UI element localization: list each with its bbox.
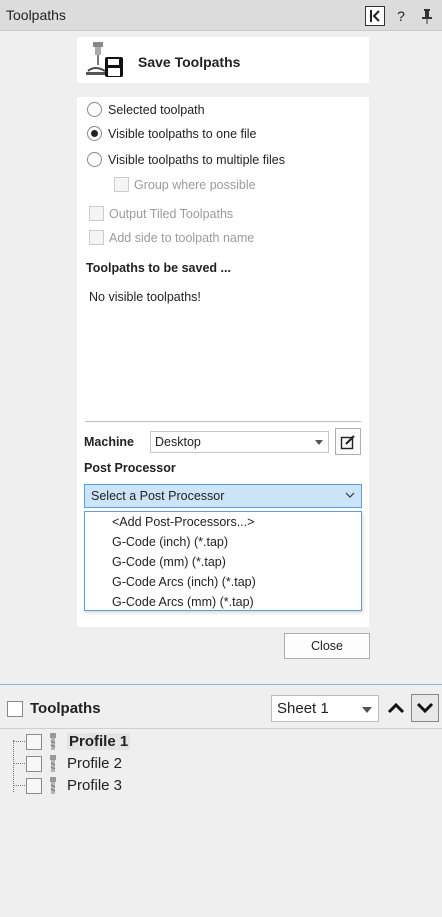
panel-separator — [0, 684, 442, 685]
toolpath-name: Profile 3 — [67, 777, 123, 794]
toolpath-name: Profile 1 — [67, 733, 131, 750]
machine-label: Machine — [84, 435, 135, 449]
radio-button[interactable] — [87, 102, 102, 117]
toolpath-checkbox[interactable] — [26, 733, 42, 750]
tree-divider — [0, 728, 442, 729]
empty-toolpaths-message: No visible toolpaths! — [89, 290, 201, 304]
add-side-checkbox[interactable]: Add side to toolpath name — [89, 230, 254, 245]
save-options-panel: Selected toolpath Visible toolpaths to o… — [77, 97, 369, 627]
checkbox[interactable] — [89, 230, 104, 245]
toolpaths-to-save-heading: Toolpaths to be saved ... — [86, 261, 231, 275]
page-title: Save Toolpaths — [138, 54, 241, 70]
chevron-down-icon — [362, 707, 372, 713]
chevron-down-icon — [416, 702, 434, 714]
panel-back-icon[interactable] — [365, 6, 385, 26]
help-glyph: ? — [397, 8, 405, 24]
dropdown-option[interactable]: G-Code Arcs (inch) (*.tap) — [112, 575, 256, 589]
tool-icon — [50, 733, 56, 750]
machine-value: Desktop — [155, 435, 201, 449]
radio-visible-multiple-files[interactable]: Visible toolpaths to multiple files — [87, 152, 285, 167]
toolpath-checkbox[interactable] — [26, 777, 42, 794]
radio-label: Visible toolpaths to one file — [108, 126, 257, 141]
radio-button[interactable] — [87, 152, 102, 167]
edit-machine-button[interactable] — [335, 428, 361, 455]
sheet-value: Sheet 1 — [277, 700, 329, 717]
post-processor-selected: Select a Post Processor — [91, 489, 225, 503]
post-processor-label: Post Processor — [84, 461, 176, 475]
toolpaths-list-title: Toolpaths — [30, 700, 101, 717]
radio-label: Selected toolpath — [108, 102, 205, 117]
tool-icon — [50, 777, 56, 794]
checkbox[interactable] — [114, 177, 129, 192]
toolpath-item[interactable]: Profile 3 — [13, 777, 122, 794]
toolpath-name: Profile 2 — [67, 755, 123, 772]
move-up-button[interactable] — [382, 694, 410, 722]
pin-icon[interactable] — [417, 6, 437, 26]
tool-icon — [50, 755, 56, 772]
group-where-possible-checkbox[interactable]: Group where possible — [114, 177, 256, 192]
toolpath-checkbox[interactable] — [26, 755, 42, 772]
radio-visible-one-file[interactable]: Visible toolpaths to one file — [87, 126, 256, 141]
help-icon[interactable]: ? — [391, 6, 411, 26]
toolpath-item[interactable]: Profile 2 — [13, 755, 122, 772]
chevron-down-icon — [315, 440, 323, 445]
sheet-select[interactable]: Sheet 1 — [271, 695, 379, 722]
radio-selected-toolpath[interactable]: Selected toolpath — [87, 102, 205, 117]
output-tiled-checkbox[interactable]: Output Tiled Toolpaths — [89, 206, 233, 221]
checkbox-label: Group where possible — [134, 177, 256, 192]
tree-branch — [13, 785, 25, 786]
save-toolpaths-icon — [83, 41, 125, 79]
checkbox-label: Output Tiled Toolpaths — [109, 206, 234, 221]
divider — [85, 421, 361, 422]
dropdown-option[interactable]: G-Code (inch) (*.tap) — [112, 535, 228, 549]
dropdown-option[interactable]: <Add Post-Processors...> — [112, 515, 254, 529]
title-bar: Toolpaths ? — [0, 0, 442, 31]
chevron-up-icon — [387, 702, 405, 714]
dropdown-option[interactable]: G-Code (mm) (*.tap) — [112, 555, 226, 569]
tree-branch — [13, 741, 25, 742]
machine-select[interactable]: Desktop — [150, 431, 329, 453]
radio-label: Visible toolpaths to multiple files — [108, 152, 285, 167]
toolpath-item[interactable]: Profile 1 — [13, 733, 131, 750]
radio-button[interactable] — [87, 126, 102, 141]
dropdown-option[interactable]: G-Code Arcs (mm) (*.tap) — [112, 595, 254, 609]
checkbox[interactable] — [89, 206, 104, 221]
checkbox-label: Add side to toolpath name — [109, 230, 255, 245]
chevron-down-icon — [345, 490, 355, 502]
post-processor-dropdown-list: <Add Post-Processors...> G-Code (inch) (… — [84, 511, 362, 611]
post-processor-select[interactable]: Select a Post Processor — [84, 484, 362, 508]
save-toolpaths-header: Save Toolpaths — [77, 37, 369, 83]
edit-icon — [340, 434, 355, 449]
move-down-button[interactable] — [411, 694, 439, 722]
tree-branch — [13, 763, 25, 764]
select-all-checkbox[interactable] — [7, 701, 23, 717]
close-button[interactable]: Close — [284, 633, 370, 659]
window-title: Toolpaths — [6, 7, 66, 23]
